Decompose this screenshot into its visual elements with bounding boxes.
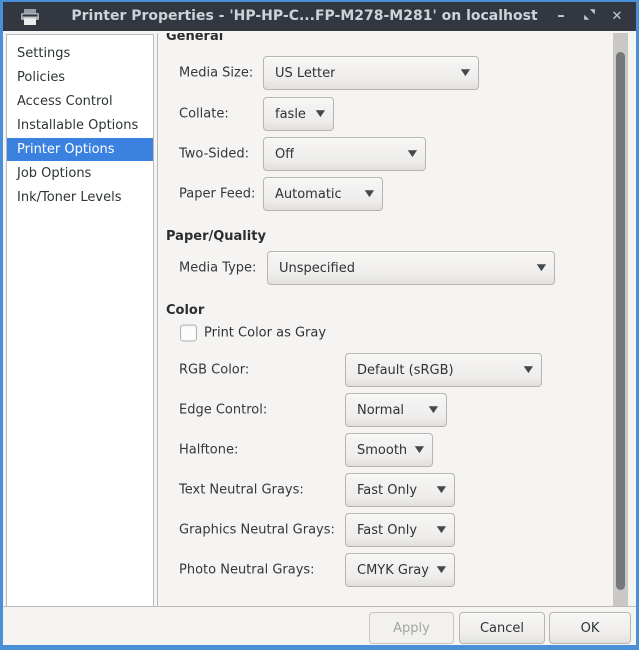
sidebar-item-ink-toner-levels[interactable]: Ink/Toner Levels bbox=[7, 186, 153, 209]
printer-options-pane: General Media Size: US Letter ▼ Collate:… bbox=[157, 33, 636, 606]
photo-neutral-grays-row: Photo Neutral Grays: CMYK Gray ▼ bbox=[158, 553, 636, 587]
minimize-button[interactable]: – bbox=[550, 6, 572, 28]
dropdown-value: Off bbox=[275, 147, 294, 162]
photo-neutral-grays-dropdown[interactable]: CMYK Gray ▼ bbox=[345, 553, 455, 587]
sidebar-item-policies[interactable]: Policies bbox=[7, 66, 153, 89]
restore-button[interactable] bbox=[578, 6, 600, 28]
edge-control-dropdown[interactable]: Normal ▼ bbox=[345, 393, 447, 427]
chevron-down-icon: ▼ bbox=[437, 485, 446, 495]
graphics-neutral-grays-label: Graphics Neutral Grays: bbox=[179, 523, 335, 538]
apply-button[interactable]: Apply bbox=[369, 612, 454, 644]
halftone-row: Halftone: Smooth ▼ bbox=[158, 433, 636, 467]
text-neutral-grays-dropdown[interactable]: Fast Only ▼ bbox=[345, 473, 455, 507]
chevron-down-icon: ▼ bbox=[365, 189, 374, 199]
window-controls: – ✕ bbox=[550, 2, 628, 31]
photo-neutral-grays-label: Photo Neutral Grays: bbox=[179, 563, 315, 578]
close-button[interactable]: ✕ bbox=[606, 6, 628, 28]
rgb-color-dropdown[interactable]: Default (sRGB) ▼ bbox=[345, 353, 542, 387]
edge-control-label: Edge Control: bbox=[179, 403, 267, 418]
cancel-button[interactable]: Cancel bbox=[459, 612, 545, 644]
section-heading-general: General bbox=[166, 33, 223, 44]
print-color-as-gray-row: Print Color as Gray bbox=[158, 321, 636, 345]
ok-button[interactable]: OK bbox=[549, 612, 631, 644]
sidebar-item-settings[interactable]: Settings bbox=[7, 42, 153, 65]
chevron-down-icon: ▼ bbox=[524, 365, 533, 375]
text-neutral-grays-label: Text Neutral Grays: bbox=[179, 483, 304, 498]
paper-feed-dropdown[interactable]: Automatic ▼ bbox=[263, 177, 383, 211]
halftone-dropdown[interactable]: Smooth ▼ bbox=[345, 433, 433, 467]
vertical-scrollbar[interactable] bbox=[613, 33, 628, 606]
sidebar-item-installable-options[interactable]: Installable Options bbox=[7, 114, 153, 137]
print-color-as-gray-label: Print Color as Gray bbox=[204, 326, 326, 341]
section-heading-color: Color bbox=[166, 303, 204, 318]
media-size-dropdown[interactable]: US Letter ▼ bbox=[263, 56, 479, 90]
dropdown-value: US Letter bbox=[275, 66, 335, 81]
chevron-down-icon: ▼ bbox=[429, 405, 438, 415]
category-sidebar: Settings Policies Access Control Install… bbox=[6, 34, 154, 606]
print-color-as-gray-checkbox[interactable] bbox=[180, 325, 197, 342]
media-size-row: Media Size: US Letter ▼ bbox=[158, 56, 636, 90]
dropdown-value: Normal bbox=[357, 403, 404, 418]
window-title: Printer Properties - 'HP-HP-C...FP-M278-… bbox=[63, 2, 546, 31]
graphics-neutral-grays-row: Graphics Neutral Grays: Fast Only ▼ bbox=[158, 513, 636, 547]
printer-properties-window: Printer Properties - 'HP-HP-C...FP-M278-… bbox=[0, 0, 639, 650]
sidebar-item-access-control[interactable]: Access Control bbox=[7, 90, 153, 113]
chevron-down-icon: ▼ bbox=[415, 445, 424, 455]
dropdown-value: Smooth bbox=[357, 443, 407, 458]
dialog-body: Settings Policies Access Control Install… bbox=[3, 31, 636, 607]
titlebar[interactable]: Printer Properties - 'HP-HP-C...FP-M278-… bbox=[3, 2, 636, 31]
dialog-footer: Apply Cancel OK bbox=[3, 607, 636, 645]
dropdown-value: Default (sRGB) bbox=[357, 363, 454, 378]
dropdown-value: Unspecified bbox=[279, 261, 355, 276]
chevron-down-icon: ▼ bbox=[437, 565, 446, 575]
rgb-color-label: RGB Color: bbox=[179, 363, 249, 378]
edge-control-row: Edge Control: Normal ▼ bbox=[158, 393, 636, 427]
dropdown-value: Fast Only bbox=[357, 523, 417, 538]
chevron-down-icon: ▼ bbox=[408, 149, 417, 159]
dropdown-value: Fast Only bbox=[357, 483, 417, 498]
media-type-row: Media Type: Unspecified ▼ bbox=[158, 251, 636, 285]
graphics-neutral-grays-dropdown[interactable]: Fast Only ▼ bbox=[345, 513, 455, 547]
dropdown-value: Automatic bbox=[275, 187, 342, 202]
media-size-label: Media Size: bbox=[179, 66, 253, 81]
media-type-dropdown[interactable]: Unspecified ▼ bbox=[267, 251, 555, 285]
two-sided-label: Two-Sided: bbox=[179, 147, 249, 162]
text-neutral-grays-row: Text Neutral Grays: Fast Only ▼ bbox=[158, 473, 636, 507]
two-sided-row: Two-Sided: Off ▼ bbox=[158, 137, 636, 171]
chevron-down-icon: ▼ bbox=[461, 68, 470, 78]
dropdown-value: fasle bbox=[275, 107, 306, 122]
collate-row: Collate: fasle ▼ bbox=[158, 97, 636, 131]
collate-dropdown[interactable]: fasle ▼ bbox=[263, 97, 334, 131]
rgb-color-row: RGB Color: Default (sRGB) ▼ bbox=[158, 353, 636, 387]
paper-feed-row: Paper Feed: Automatic ▼ bbox=[158, 177, 636, 211]
chevron-down-icon: ▼ bbox=[316, 109, 325, 119]
dropdown-value: CMYK Gray bbox=[357, 563, 429, 578]
printer-icon bbox=[19, 8, 41, 26]
media-type-label: Media Type: bbox=[179, 261, 256, 276]
halftone-label: Halftone: bbox=[179, 443, 238, 458]
chevron-down-icon: ▼ bbox=[537, 263, 546, 273]
scrollbar-thumb[interactable] bbox=[616, 52, 625, 590]
collate-label: Collate: bbox=[179, 107, 229, 122]
sidebar-item-printer-options[interactable]: Printer Options bbox=[7, 138, 153, 161]
restore-icon bbox=[584, 9, 595, 24]
section-heading-paper-quality: Paper/Quality bbox=[166, 229, 266, 244]
two-sided-dropdown[interactable]: Off ▼ bbox=[263, 137, 426, 171]
chevron-down-icon: ▼ bbox=[437, 525, 446, 535]
sidebar-item-job-options[interactable]: Job Options bbox=[7, 162, 153, 185]
paper-feed-label: Paper Feed: bbox=[179, 187, 255, 202]
